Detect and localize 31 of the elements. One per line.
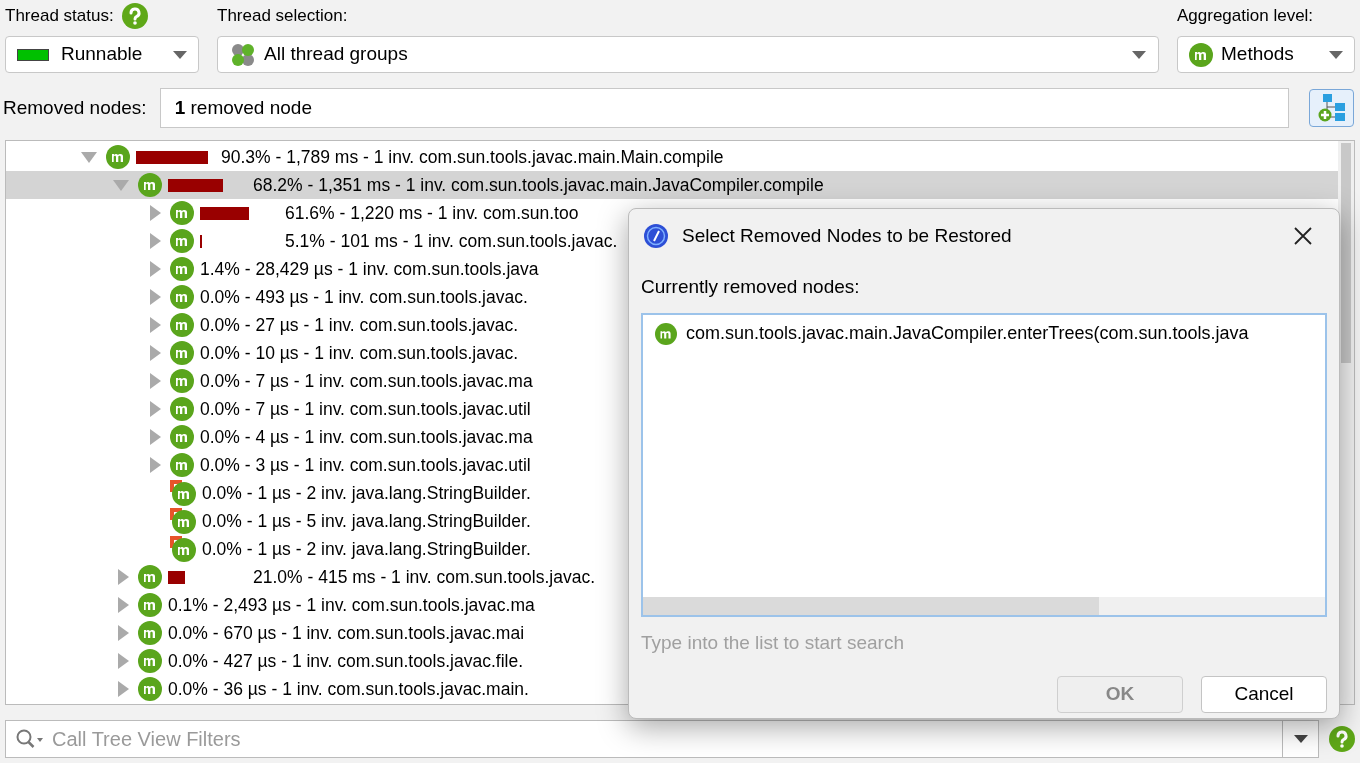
call-tree-text: 0.1% - 2,493 µs - 1 inv. com.sun.tools.javac.ma — [168, 593, 535, 617]
call-tree-text: 0.0% - 3 µs - 1 inv. com.sun.tools.javac.util — [200, 453, 531, 477]
call-tree-text: 0.0% - 10 µs - 1 inv. com.sun.tools.javac. — [200, 341, 519, 365]
call-tree-text: 0.0% - 670 µs - 1 inv. com.sun.tools.javac.mai — [168, 621, 524, 645]
call-tree-text: 61.6% - 1,220 ms - 1 inv. com.sun.too — [285, 201, 579, 225]
call-tree-text: 0.0% - 1 µs - 5 inv. java.lang.StringBuilder. — [202, 509, 531, 533]
thread-selection-value: All thread groups — [264, 42, 409, 67]
removed-nodes-field: 1 removed node — [159, 88, 1289, 128]
thread-status-value: Runnable — [61, 42, 144, 67]
thread-status-label: Thread status: — [5, 5, 114, 28]
removed-nodes-label: Removed nodes: — [3, 95, 147, 120]
call-tree-text: 0.0% - 7 µs - 1 inv. com.sun.tools.javac.util — [200, 397, 531, 421]
call-tree-text: 0.0% - 27 µs - 1 inv. com.sun.tools.javac. — [200, 313, 519, 337]
call-tree-text: 0.0% - 493 µs - 1 inv. com.sun.tools.javac. — [200, 285, 528, 309]
call-tree-text: 0.0% - 427 µs - 1 inv. com.sun.tools.javac.file. — [168, 649, 524, 673]
call-tree-text: 21.0% - 415 ms - 1 inv. com.sun.tools.javac. — [253, 565, 596, 589]
search-hint: Type into the list to start search — [641, 630, 905, 655]
call-tree-text: 68.2% - 1,351 ms - 1 inv. com.sun.tools.javac.main.JavaCompiler.compile — [253, 173, 824, 197]
aggregation-label: Aggregation level: — [1177, 5, 1314, 28]
call-tree-text: 0.0% - 7 µs - 1 inv. com.sun.tools.javac.ma — [200, 369, 533, 393]
call-tree-text: 1.4% - 28,429 µs - 1 inv. com.sun.tools.java — [200, 257, 539, 281]
dialog-title: Select Removed Nodes to be Restored — [682, 223, 1013, 248]
call-tree-text: 0.0% - 36 µs - 1 inv. com.sun.tools.javac.main. — [168, 677, 529, 701]
call-tree-text: 5.1% - 101 ms - 1 inv. com.sun.tools.javac. — [285, 229, 618, 253]
call-tree-text: 90.3% - 1,789 ms - 1 inv. com.sun.tools.javac.main.Main.compile — [221, 145, 724, 169]
call-tree-text: 0.0% - 1 µs - 2 inv. java.lang.StringBuilder. — [202, 537, 531, 561]
thread-selection-label: Thread selection: — [217, 5, 348, 28]
aggregation-value: Methods — [1221, 42, 1295, 67]
call-tree-text: 0.0% - 4 µs - 1 inv. com.sun.tools.javac.ma — [200, 425, 533, 449]
list-label: Currently removed nodes: — [641, 275, 861, 299]
call-tree-text: 0.0% - 1 µs - 2 inv. java.lang.StringBuilder. — [202, 481, 531, 505]
